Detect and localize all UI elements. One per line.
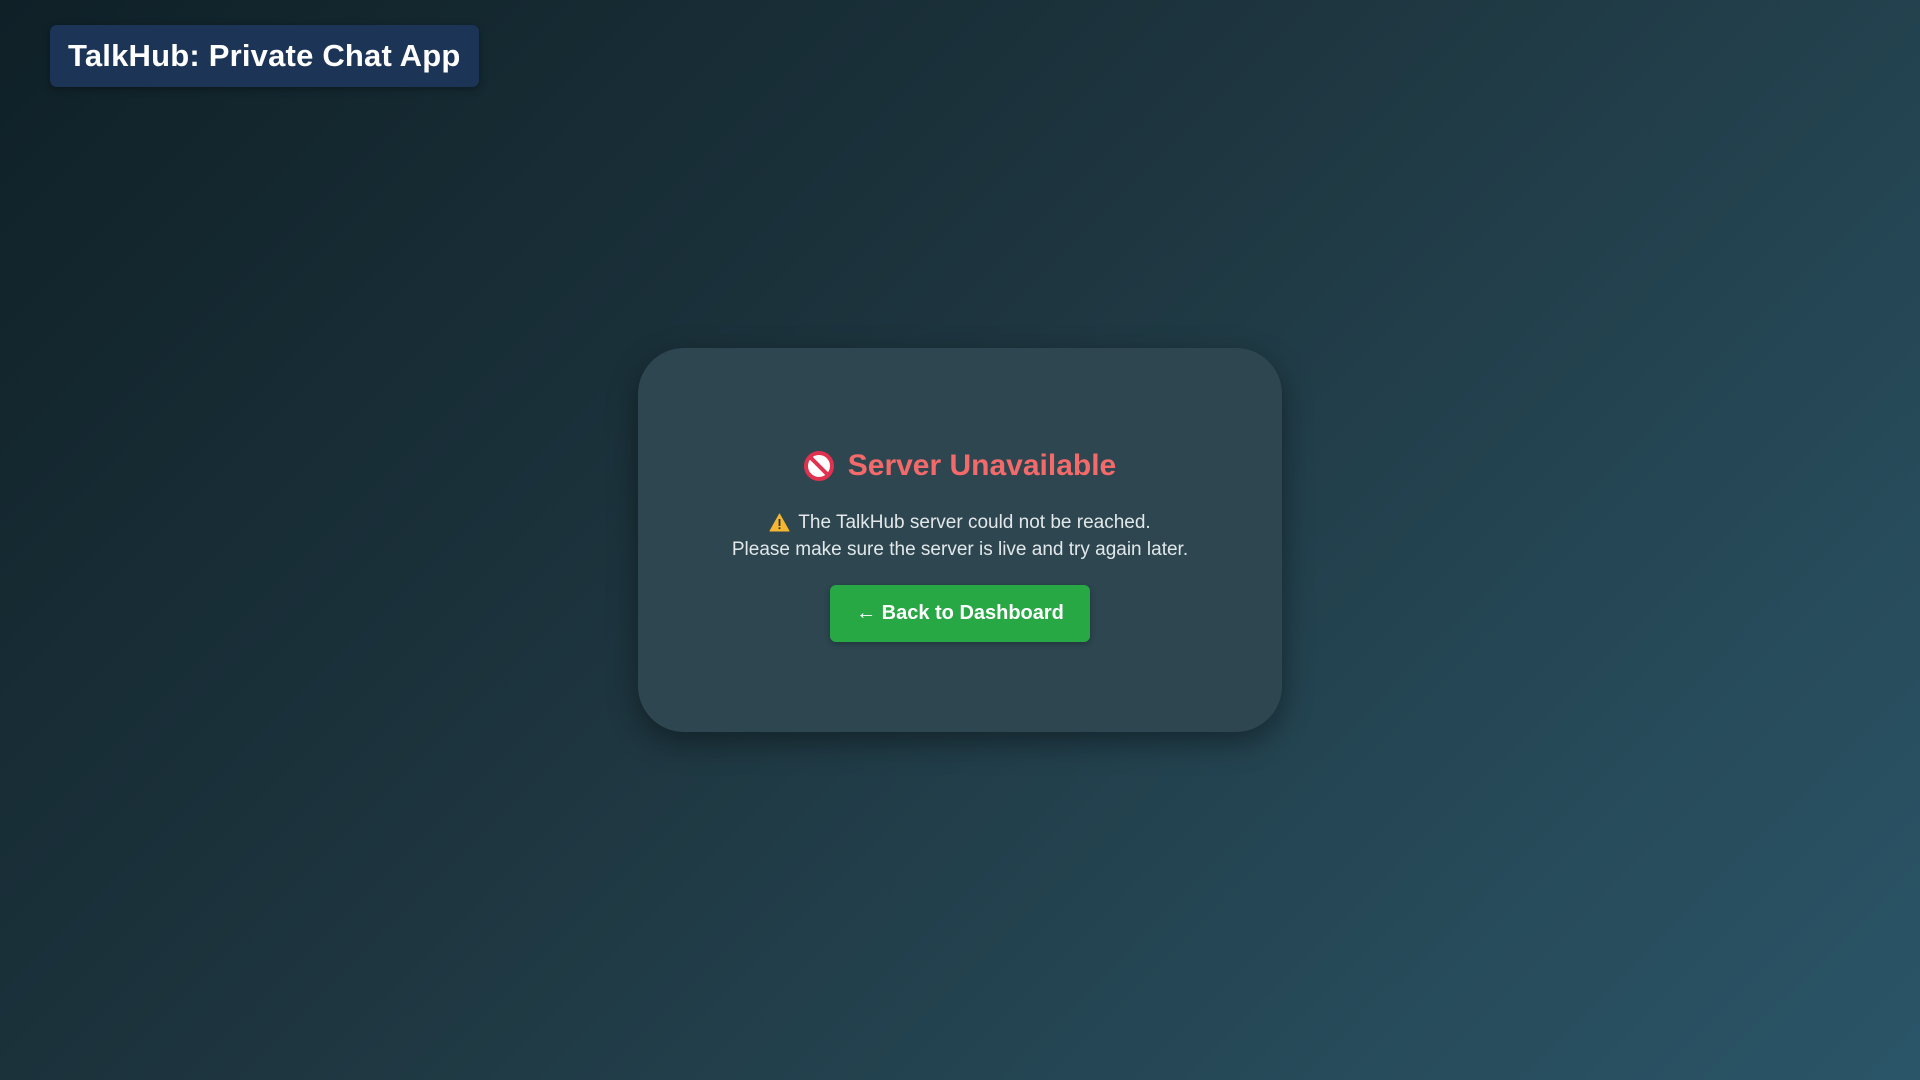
error-message: The TalkHub server could not be reached.…: [732, 509, 1188, 563]
error-card: Server Unavailable The TalkHub server co…: [638, 348, 1282, 732]
error-title: Server Unavailable: [847, 448, 1117, 482]
back-to-dashboard-button[interactable]: ← Back to Dashboard: [830, 584, 1090, 642]
no-entry-icon: [803, 450, 834, 481]
error-message-line-2: Please make sure the server is live and …: [731, 538, 1189, 560]
warning-icon: [769, 513, 790, 532]
error-heading-row: Server Unavailable: [803, 448, 1117, 483]
error-message-line-1: The TalkHub server could not be reached.: [732, 509, 1188, 536]
app-title: TalkHub: Private Chat App: [68, 38, 461, 73]
error-message-text-1: The TalkHub server could not be reached.: [798, 511, 1151, 533]
app-title-badge: TalkHub: Private Chat App: [50, 25, 479, 87]
